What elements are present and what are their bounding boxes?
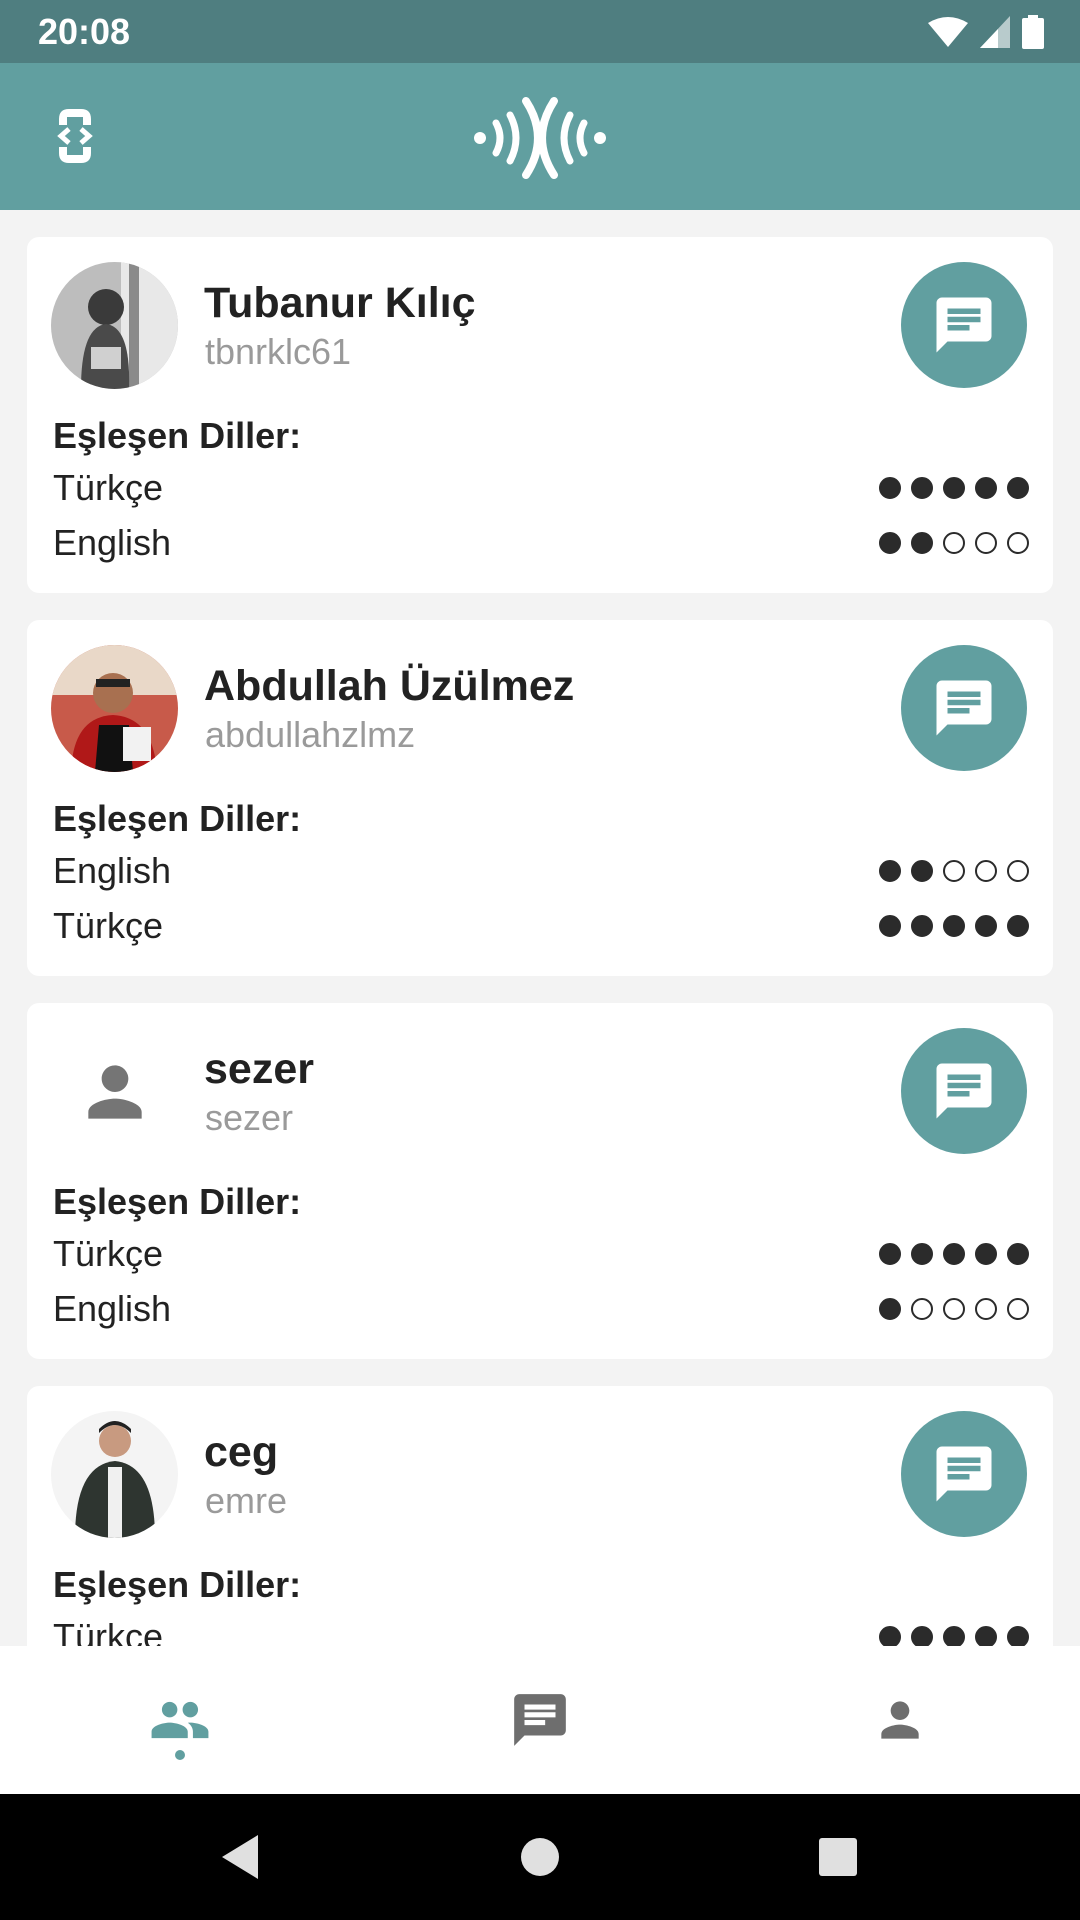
back-icon [222,1835,258,1879]
chat-icon [936,297,992,353]
battery-icon [1022,14,1044,49]
avatar [51,1028,178,1155]
recents-icon [819,1838,857,1876]
chat-icon [936,1063,992,1119]
chat-button[interactable] [901,1028,1027,1154]
language-name: Türkçe [53,1233,164,1274]
match-card[interactable]: sezer sezer Eşleşen Diller: Türkçe Engli… [27,1003,1053,1359]
user-handle: abdullahzlmz [205,714,416,755]
language-row: English [53,1284,1029,1334]
back-button[interactable] [180,1794,300,1920]
language-row: Türkçe [53,463,1029,513]
chat-icon [936,1446,992,1502]
match-card[interactable]: Tubanur Kılıç tbnrklc61 Eşleşen Diller: … [27,237,1053,593]
signal-icon [980,15,1010,48]
user-handle: sezer [205,1097,294,1138]
language-name: English [53,1288,172,1329]
matched-languages-title: Eşleşen Diller: [53,798,302,839]
language-name: Türkçe [53,905,164,946]
person-icon [881,1701,919,1739]
chat-button[interactable] [901,1411,1027,1537]
user-name: ceg [204,1428,279,1476]
nav-item-profile[interactable] [720,1646,1080,1794]
home-icon [521,1838,559,1876]
home-button[interactable] [480,1794,600,1920]
chat-icon [514,1694,566,1746]
language-name: English [53,522,172,563]
swap-screen-icon [57,109,93,163]
avatar [51,262,178,389]
chat-button[interactable] [901,262,1027,388]
wifi-icon [928,16,968,47]
active-indicator [175,1750,185,1760]
language-row: English [53,518,1029,568]
language-level [879,860,1029,882]
language-level [879,915,1029,937]
language-level [879,532,1029,554]
match-card[interactable]: Abdullah Üzülmez abdullahzlmz Eşleşen Di… [27,620,1053,976]
avatar [51,645,178,772]
language-row: Türkçe [53,1229,1029,1279]
user-name: Abdullah Üzülmez [204,662,575,710]
chat-icon [936,680,992,736]
user-name: Tubanur Kılıç [204,279,476,327]
user-name: sezer [204,1045,314,1093]
swap-screen-button[interactable] [40,101,110,171]
language-level [879,1298,1029,1320]
match-card[interactable]: ceg emre Eşleşen Diller: Türkçe [27,1386,1053,1646]
person-placeholder-icon [87,1064,142,1119]
bottom-nav [0,1646,1080,1794]
people-icon [151,1701,209,1739]
matched-languages-title: Eşleşen Diller: [53,1564,302,1605]
nav-item-chats[interactable] [360,1646,720,1794]
status-bar: 20:08 [0,0,1080,63]
language-level [879,1626,1029,1646]
app-bar [0,63,1080,210]
status-icons [928,14,1044,49]
system-nav-bar [0,1794,1080,1920]
user-handle: tbnrklc61 [205,331,352,372]
chat-button[interactable] [901,645,1027,771]
user-handle: emre [205,1480,288,1521]
language-name: Türkçe [53,467,164,508]
language-level [879,1243,1029,1265]
language-level [879,477,1029,499]
match-list[interactable]: Tubanur Kılıç tbnrklc61 Eşleşen Diller: … [0,210,1080,1646]
sound-wave-logo-icon [474,97,606,179]
language-name: English [53,850,172,891]
recents-button[interactable] [778,1794,898,1920]
matched-languages-title: Eşleşen Diller: [53,415,302,456]
status-time: 20:08 [38,10,131,52]
language-row: English [53,846,1029,896]
language-name: Türkçe [53,1616,164,1646]
avatar [51,1411,178,1538]
nav-item-matches[interactable] [0,1646,360,1794]
matched-languages-title: Eşleşen Diller: [53,1181,302,1222]
language-row: Türkçe [53,901,1029,951]
language-row: Türkçe [53,1612,1029,1646]
